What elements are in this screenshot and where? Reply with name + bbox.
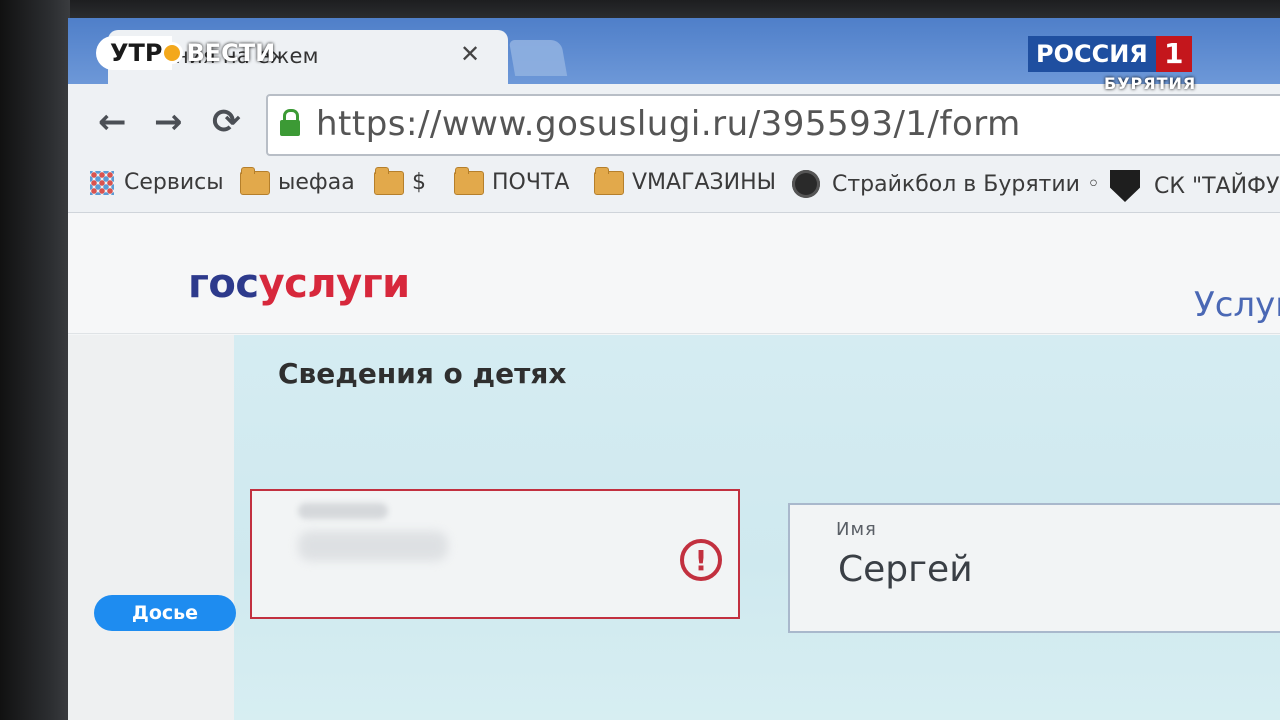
- bookmark-label: СК "ТАЙФУ: [1154, 173, 1280, 199]
- browser-window: ления на ежем ✕ ← → ⟳ https://www.gosusl…: [68, 18, 1280, 720]
- channel-name: РОССИЯ: [1028, 36, 1156, 72]
- monitor-bezel-left: [0, 0, 70, 720]
- new-tab-button[interactable]: [508, 40, 568, 76]
- surname-field[interactable]: !: [250, 489, 740, 619]
- program-logo-utro: УТР: [96, 36, 173, 70]
- bookmark-label: ПОЧТА: [492, 170, 570, 195]
- name-label: Имя: [836, 519, 877, 540]
- logo-part-uslugi: услуги: [258, 261, 411, 307]
- sun-icon: [164, 45, 181, 61]
- left-column: [68, 335, 234, 720]
- reload-icon[interactable]: ⟳: [212, 102, 241, 142]
- page-content: госуслуги Услуг Сведения о детях ! Имя С…: [68, 213, 1280, 720]
- section-title: Сведения о детях: [278, 357, 567, 390]
- bookmark-label: $: [412, 170, 426, 195]
- forward-arrow-icon[interactable]: →: [154, 102, 183, 142]
- bookmarks-bar: Сервисы ыефаа $ ПОЧТА VМАГАЗИНЫ Страйкбо…: [68, 160, 1280, 213]
- program-logo-vesti: ВЕСТИ: [186, 39, 276, 67]
- url-text[interactable]: https://www.gosuslugi.ru/395593/1/form: [316, 104, 1021, 144]
- channel-region: БУРЯТИЯ: [1104, 74, 1197, 93]
- bookmark-label: Сервисы: [124, 170, 224, 195]
- site-favicon-icon: [792, 170, 820, 198]
- error-icon: !: [680, 539, 722, 581]
- bookmark-folder[interactable]: ыефаа: [240, 166, 355, 195]
- shield-icon: [1110, 170, 1140, 202]
- folder-icon: [454, 166, 484, 195]
- name-value[interactable]: Сергей: [838, 549, 973, 590]
- nav-services-link[interactable]: Услуг: [1194, 285, 1280, 325]
- logo-part-gos: гос: [188, 261, 259, 307]
- bookmark-typhoon[interactable]: СК "ТАЙФУ: [1110, 170, 1279, 202]
- surname-label-blurred: [298, 503, 388, 519]
- bookmark-label: ыефаа: [278, 170, 355, 195]
- folder-icon: [240, 166, 270, 195]
- bookmark-services[interactable]: Сервисы: [90, 170, 224, 195]
- folder-icon: [374, 166, 404, 195]
- site-header: госуслуги Услуг: [68, 213, 1280, 334]
- bookmark-folder[interactable]: ПОЧТА: [454, 166, 570, 195]
- name-field[interactable]: Имя Сергей: [788, 503, 1280, 633]
- bookmark-folder[interactable]: VМАГАЗИНЫ: [594, 166, 777, 195]
- bookmark-label: VМАГАЗИНЫ: [632, 170, 777, 195]
- segment-badge: Досье: [94, 595, 236, 631]
- gosuslugi-logo[interactable]: госуслуги: [188, 261, 410, 307]
- channel-logo: РОССИЯ 1: [1028, 36, 1192, 72]
- bookmark-airsoft[interactable]: Страйкбол в Бурятии ◦: [792, 170, 1100, 198]
- apps-grid-icon: [90, 170, 114, 195]
- form-area: Сведения о детях ! Имя Сергей: [234, 335, 1280, 720]
- bookmark-label: Страйкбол в Бурятии ◦: [832, 171, 1100, 197]
- surname-value-blurred: [298, 531, 448, 561]
- lock-icon: [280, 109, 300, 137]
- folder-icon: [594, 166, 624, 195]
- program-logo: УТР ВЕСТИ: [96, 36, 275, 70]
- tab-close-icon[interactable]: ✕: [460, 40, 480, 68]
- back-arrow-icon[interactable]: ←: [98, 102, 127, 142]
- channel-number: 1: [1155, 36, 1192, 72]
- bookmark-folder[interactable]: $: [374, 166, 426, 195]
- address-bar[interactable]: https://www.gosuslugi.ru/395593/1/form: [266, 94, 1280, 156]
